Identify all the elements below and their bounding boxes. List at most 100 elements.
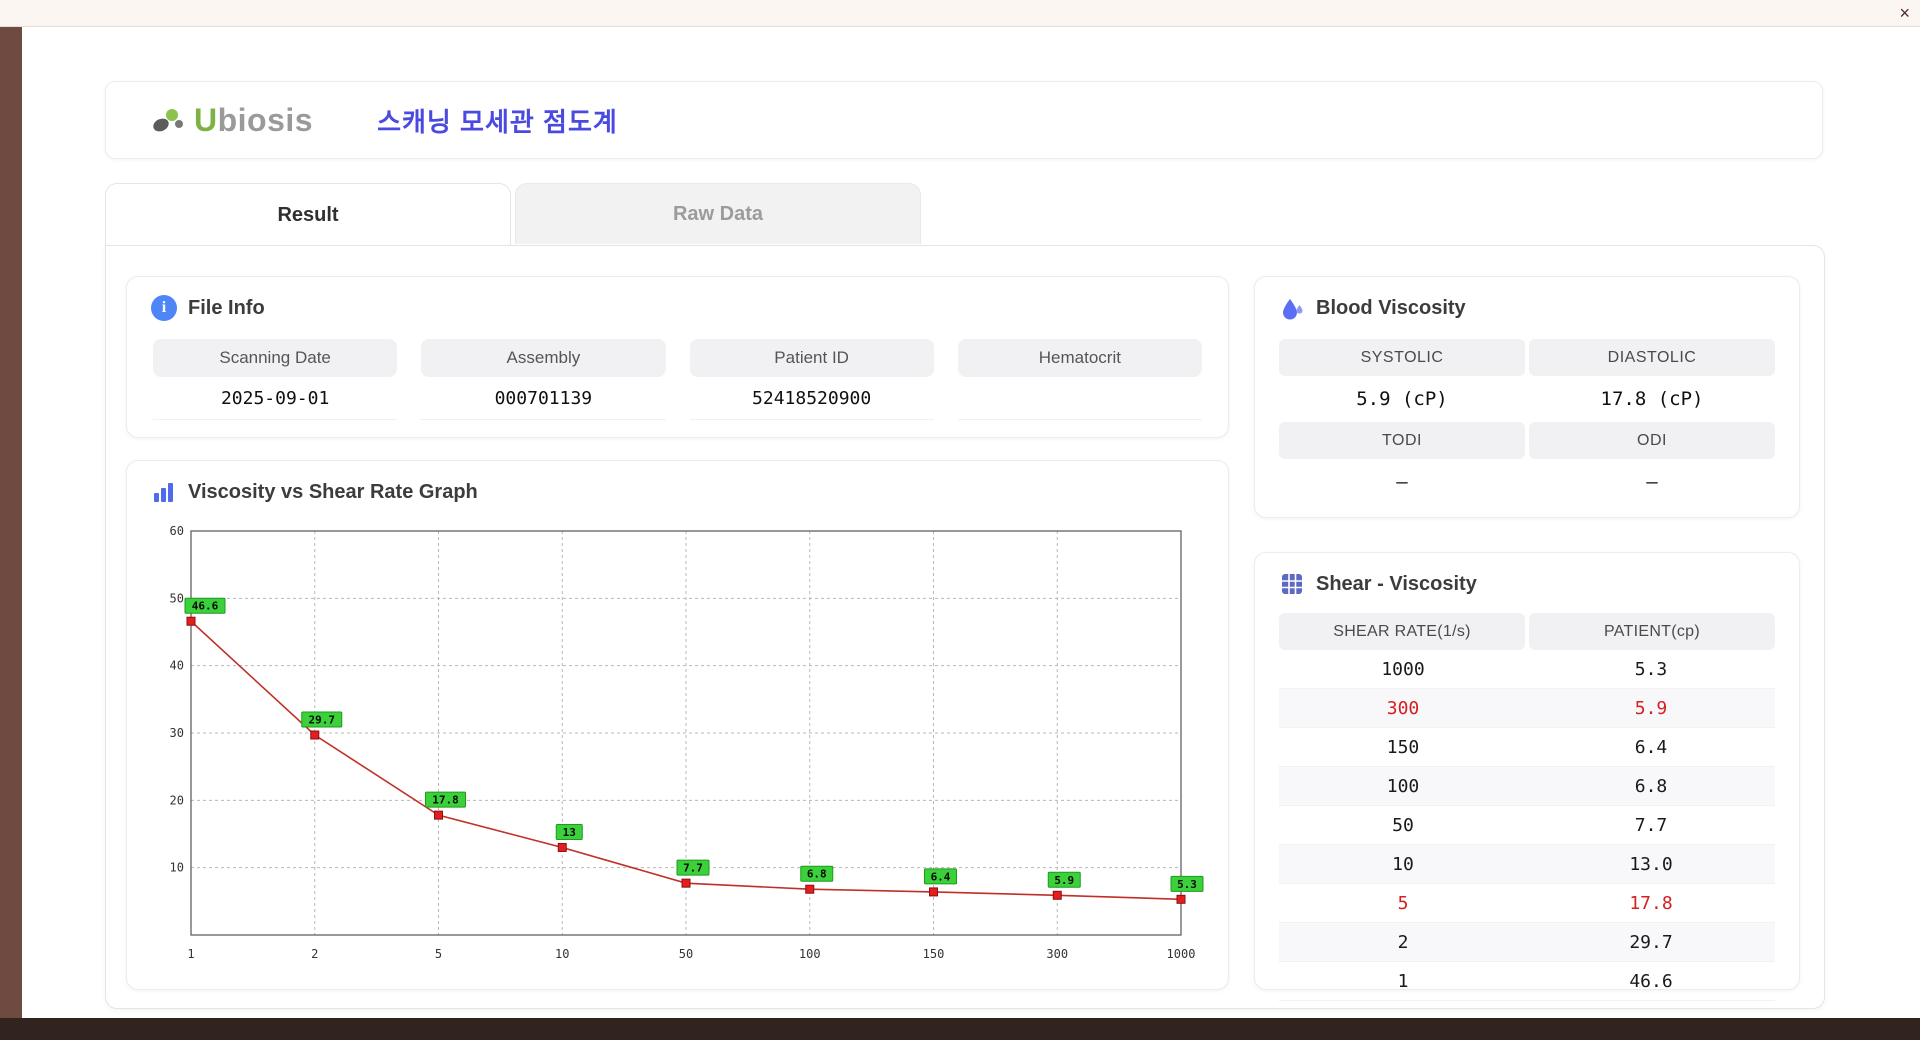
field-assembly: Assembly 000701139 (421, 339, 666, 420)
shear-rate-cell: 10 (1392, 853, 1414, 875)
svg-text:50: 50 (679, 947, 693, 961)
svg-text:5.3: 5.3 (1177, 878, 1197, 891)
patient-cell: 5.9 (1634, 697, 1668, 719)
shear-rate-cell: 1000 (1381, 658, 1425, 680)
shear-viscosity-card: Shear - Viscosity SHEAR RATE(1/s) PATIEN… (1254, 552, 1800, 1001)
shear-rate-cell: 1 (1397, 970, 1409, 992)
table-row: 50 7.7 (1279, 806, 1775, 845)
blood-viscosity-grid: SYSTOLIC DIASTOLIC 5.9 (cP) 17.8 (cP) TO… (1255, 331, 1799, 503)
svg-text:6.8: 6.8 (807, 868, 827, 881)
field-hematocrit: Hematocrit (957, 339, 1202, 420)
field-label: Assembly (421, 339, 666, 377)
file-info-header: i File Info (127, 277, 1228, 331)
svg-text:46.6: 46.6 (192, 600, 219, 613)
field-label: Scanning Date (153, 339, 398, 377)
svg-text:5.9: 5.9 (1054, 874, 1074, 887)
patient-cell: 5.3 (1634, 658, 1668, 680)
shear-rate-cell: 5 (1397, 892, 1409, 914)
patient-cell: 46.6 (1629, 970, 1673, 992)
svg-text:30: 30 (170, 726, 184, 740)
odi-value: – (1646, 471, 1658, 493)
shear-viscosity-title: Shear - Viscosity (1316, 572, 1477, 595)
tab-result[interactable]: Result (105, 183, 511, 246)
field-value (957, 377, 1202, 420)
graph-title: Viscosity vs Shear Rate Graph (188, 480, 478, 503)
patient-cell: 17.8 (1629, 892, 1673, 914)
app-header: Ubiosis 스캐닝 모세관 점도계 (105, 81, 1823, 159)
app-window: Ubiosis 스캐닝 모세관 점도계 Result Raw Data i Fi… (22, 26, 1920, 1018)
table-row: 1 46.6 (1279, 962, 1775, 1001)
svg-text:29.7: 29.7 (309, 714, 336, 727)
info-icon: i (151, 295, 177, 321)
svg-text:10: 10 (555, 947, 569, 961)
svg-text:2: 2 (311, 947, 318, 961)
svg-text:40: 40 (170, 659, 184, 673)
shear-rate-cell: 150 (1386, 736, 1420, 758)
column-shear-rate: SHEAR RATE(1/s) (1279, 613, 1525, 650)
table-row: 150 6.4 (1279, 728, 1775, 767)
diastolic-label: DIASTOLIC (1529, 339, 1775, 376)
systolic-label: SYSTOLIC (1279, 339, 1525, 376)
odi-label: ODI (1529, 422, 1775, 459)
patient-cell: 7.7 (1634, 814, 1668, 836)
file-info-fields: Scanning Date 2025-09-01 Assembly 000701… (127, 331, 1228, 420)
svg-text:17.8: 17.8 (432, 794, 459, 807)
window-bottom-border (0, 1018, 1920, 1040)
systolic-value: 5.9 (cP) (1356, 388, 1448, 410)
table-row: 100 6.8 (1279, 767, 1775, 806)
svg-text:100: 100 (799, 947, 821, 961)
svg-text:7.7: 7.7 (683, 862, 703, 875)
svg-text:5: 5 (435, 947, 442, 961)
svg-text:10: 10 (170, 861, 184, 875)
bar-chart-icon (154, 483, 173, 502)
file-info-title: File Info (188, 296, 265, 319)
field-value: 52418520900 (689, 377, 934, 420)
page-title: 스캐닝 모세관 점도계 (377, 106, 618, 137)
result-panel: i File Info Scanning Date 2025-09-01 Ass… (105, 245, 1825, 1009)
svg-text:13: 13 (563, 826, 576, 839)
svg-text:150: 150 (923, 947, 945, 961)
blood-viscosity-header: Blood Viscosity (1255, 277, 1799, 331)
shear-viscosity-header: Shear - Viscosity (1255, 553, 1799, 607)
svg-text:20: 20 (170, 793, 184, 807)
table-row: 300 5.9 (1279, 689, 1775, 728)
table-body: 1000 5.3 300 5.9 150 6.4 100 6.8 50 7.7 … (1279, 650, 1775, 1001)
logo-icon (153, 109, 183, 132)
svg-text:300: 300 (1046, 947, 1068, 961)
column-patient: PATIENT(cp) (1529, 613, 1775, 650)
field-scanning-date: Scanning Date 2025-09-01 (153, 339, 398, 420)
table-row: 5 17.8 (1279, 884, 1775, 923)
patient-cell: 13.0 (1629, 853, 1673, 875)
svg-text:6.4: 6.4 (931, 870, 951, 883)
table-header: SHEAR RATE(1/s) PATIENT(cp) (1279, 613, 1775, 650)
shear-rate-cell: 50 (1392, 814, 1414, 836)
shear-rate-cell: 300 (1386, 697, 1420, 719)
shear-viscosity-table: SHEAR RATE(1/s) PATIENT(cp) 1000 5.3 300… (1279, 613, 1775, 1001)
field-label: Patient ID (689, 339, 934, 377)
blood-viscosity-title: Blood Viscosity (1316, 296, 1466, 319)
patient-cell: 6.4 (1634, 736, 1668, 758)
svg-text:50: 50 (170, 591, 184, 605)
file-info-card: i File Info Scanning Date 2025-09-01 Ass… (126, 276, 1229, 438)
graph-header: Viscosity vs Shear Rate Graph (127, 461, 1228, 515)
svg-text:1: 1 (187, 947, 194, 961)
table-row: 2 29.7 (1279, 923, 1775, 962)
logo-text: Ubiosis (194, 101, 314, 138)
field-patient-id: Patient ID 52418520900 (689, 339, 934, 420)
blood-viscosity-card: Blood Viscosity SYSTOLIC DIASTOLIC 5.9 (… (1254, 276, 1800, 518)
ubiosis-logo: Ubiosis (148, 100, 313, 140)
close-button[interactable]: × (1899, 2, 1910, 24)
todi-value: – (1396, 471, 1408, 493)
tab-bar: Result Raw Data (105, 183, 921, 246)
droplet-icon (1283, 299, 1303, 320)
table-row: 1000 5.3 (1279, 650, 1775, 689)
tab-raw-data[interactable]: Raw Data (515, 183, 921, 244)
shear-rate-cell: 2 (1397, 931, 1409, 953)
field-label: Hematocrit (957, 339, 1202, 377)
shear-rate-cell: 100 (1386, 775, 1420, 797)
todi-label: TODI (1279, 422, 1525, 459)
viscosity-chart: 10 20 30 40 50 60 1 2 5 10 50 100 150 300 1000 46.6 29.7… (170, 524, 1204, 961)
diastolic-value: 17.8 (cP) (1600, 388, 1704, 410)
window-left-border (0, 12, 22, 1040)
patient-cell: 6.8 (1634, 775, 1668, 797)
